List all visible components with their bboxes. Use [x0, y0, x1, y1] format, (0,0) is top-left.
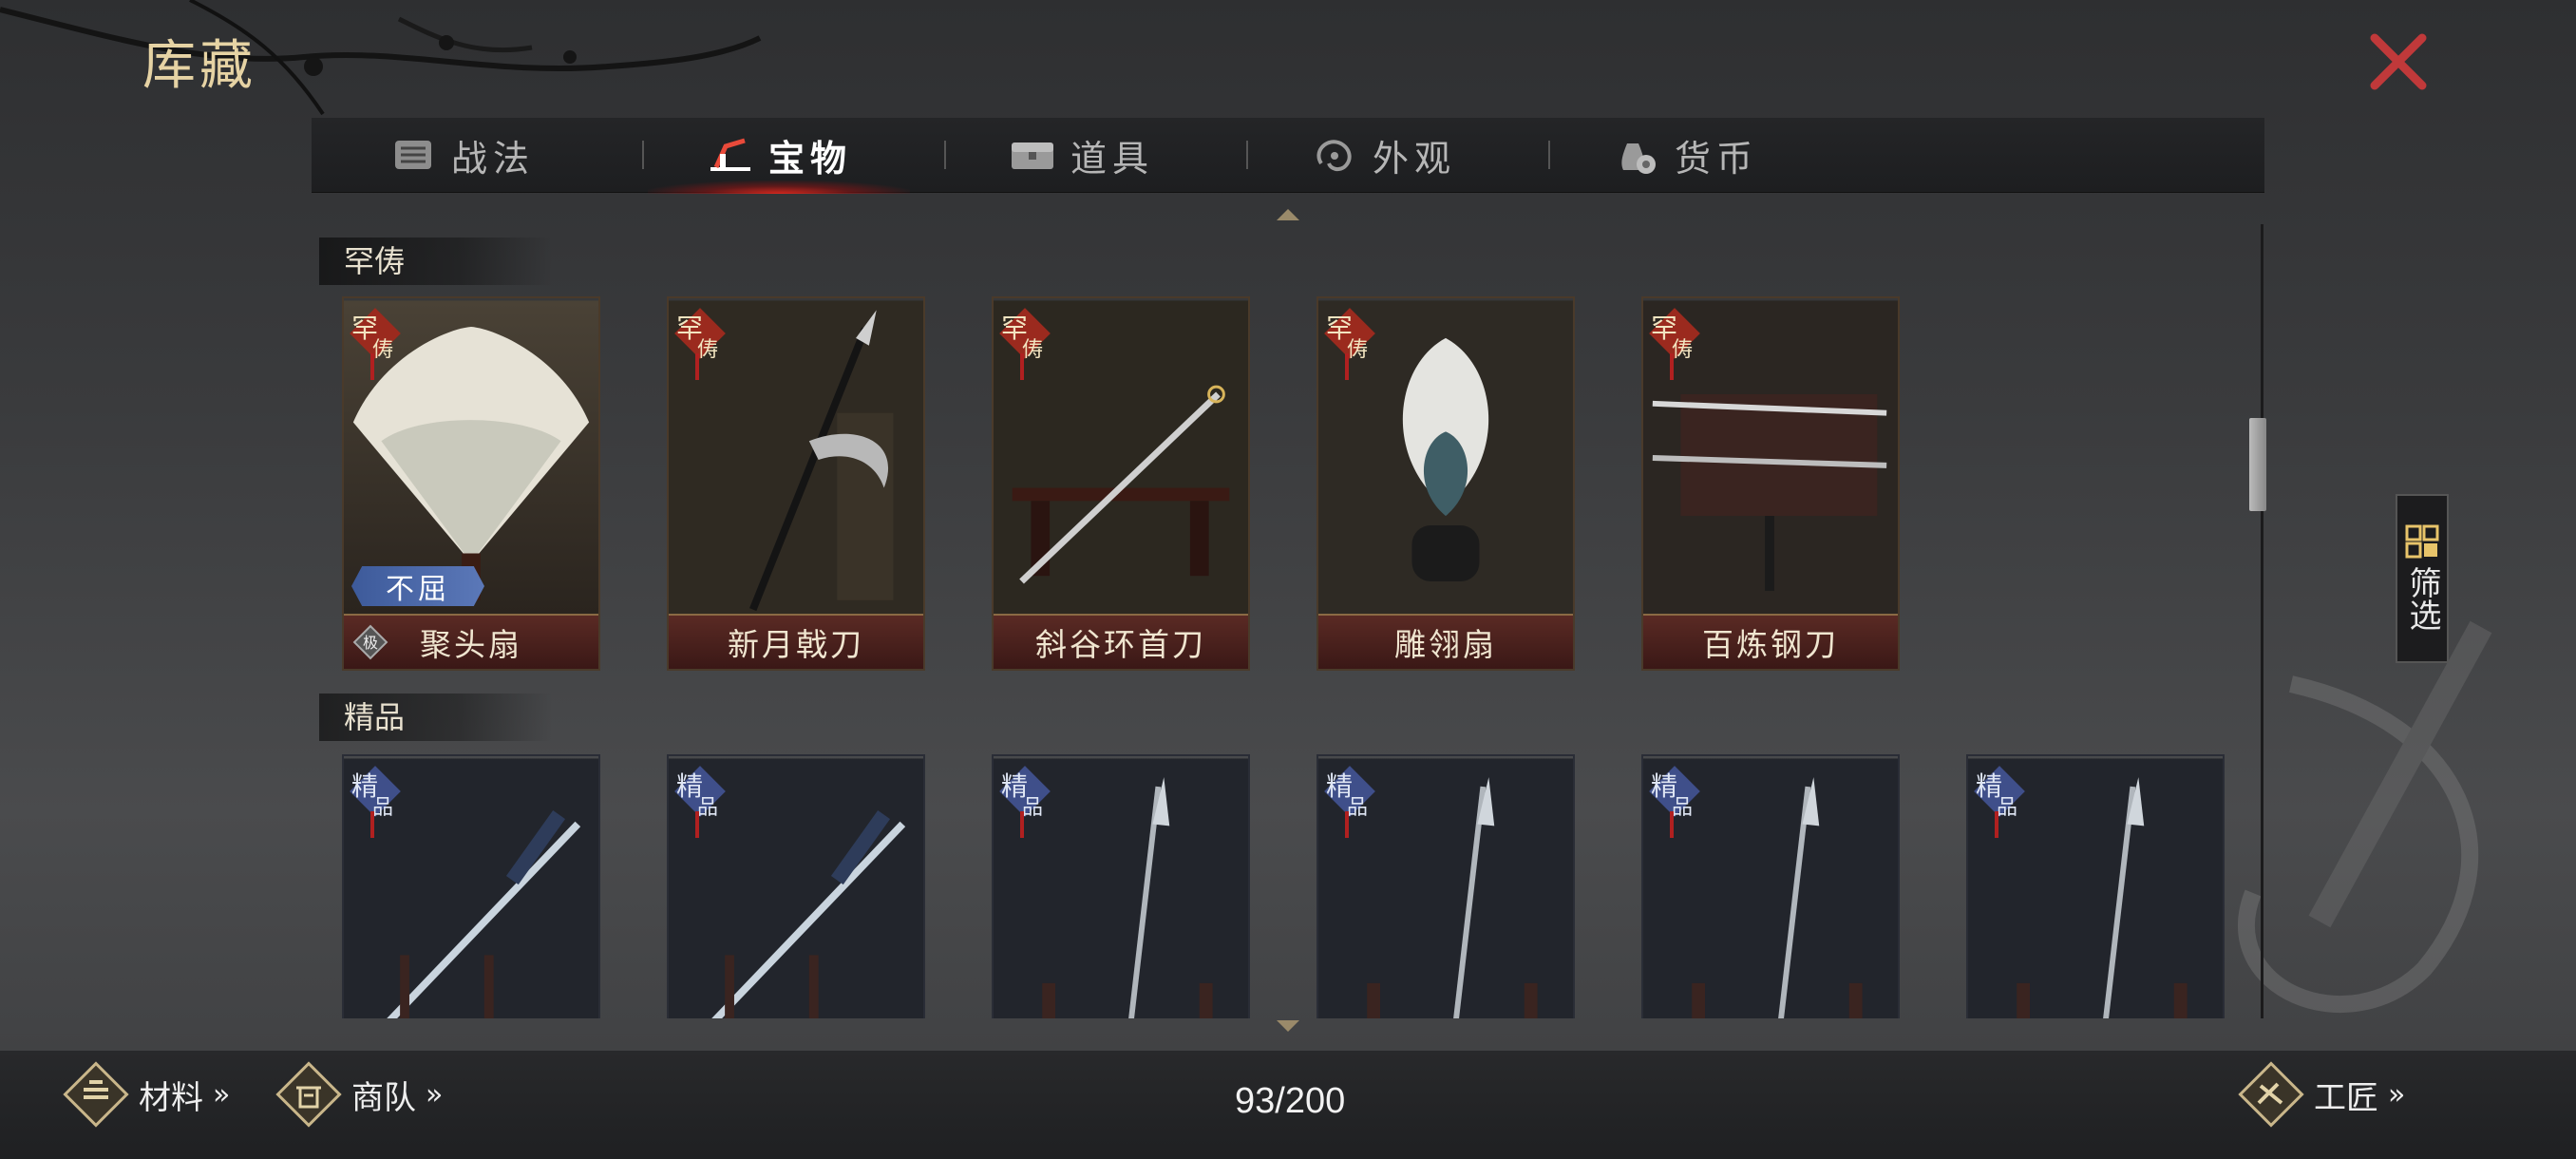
chest-icon	[1008, 134, 1057, 176]
grade-icon: 极	[352, 624, 388, 660]
close-icon[interactable]	[2365, 28, 2432, 95]
materials-button[interactable]: 材料 »	[63, 1056, 230, 1132]
item-name-bar: 雕翎扇	[1318, 614, 1573, 669]
scroll-icon	[388, 134, 438, 176]
tab-items[interactable]: 道具	[931, 118, 1231, 192]
tab-tactics[interactable]: 战法	[312, 118, 612, 192]
treasure-icon	[706, 134, 755, 176]
tab-label: 道具	[1070, 137, 1154, 180]
item-name: 百炼钢刀	[1702, 626, 1839, 663]
rarity-tag: 精 品	[672, 766, 726, 838]
section-label-rare: 罕俦	[319, 238, 553, 285]
caravan-icon	[275, 1061, 342, 1128]
tab-label: 战法	[450, 137, 535, 180]
rarity-tag: 精 品	[997, 766, 1051, 838]
scrollbar-track[interactable]	[2261, 224, 2263, 1018]
tab-label: 货币	[1674, 137, 1758, 180]
craftsman-button[interactable]: 工匠 »	[2238, 1056, 2405, 1132]
item-card[interactable]: 罕 俦 斜谷环首刀	[992, 296, 1250, 671]
item-name: 聚头扇	[420, 626, 522, 663]
tab-label: 宝物	[767, 136, 852, 180]
filter-button[interactable]: 筛选	[2396, 494, 2449, 663]
materials-label: 材料	[139, 1078, 203, 1117]
rarity-tag: 罕 俦	[348, 308, 401, 380]
filter-label: 筛选	[2403, 566, 2441, 631]
chevron-right-icon: »	[426, 1077, 444, 1112]
item-card[interactable]: 精 品	[342, 754, 600, 1018]
tab-appearance[interactable]: 外观	[1233, 118, 1533, 192]
tab-currency[interactable]: 货币	[1535, 118, 1835, 192]
money-bag-icon	[1612, 134, 1661, 176]
section-label-fine: 精品	[319, 694, 553, 741]
craftsman-icon	[2238, 1061, 2304, 1128]
rarity-tag: 精 品	[1322, 766, 1375, 838]
item-name: 新月戟刀	[728, 626, 864, 663]
item-name-bar: 新月戟刀	[669, 614, 923, 669]
status-badge: 不屈	[351, 566, 484, 606]
item-card[interactable]: 罕 俦 不屈 聚头扇 极	[342, 296, 600, 671]
chevron-right-icon: »	[213, 1077, 231, 1112]
appearance-icon	[1310, 134, 1359, 176]
page-title: 库藏	[142, 35, 256, 97]
item-card[interactable]: 罕 俦 百炼钢刀	[1641, 296, 1900, 671]
materials-icon	[63, 1061, 129, 1128]
item-name: 斜谷环首刀	[1035, 626, 1206, 663]
rarity-tag: 罕 俦	[997, 308, 1051, 380]
item-card[interactable]: 罕 俦 雕翎扇	[1316, 296, 1575, 671]
svg-text:极: 极	[363, 634, 378, 652]
scroll-up-icon[interactable]	[1277, 209, 1299, 220]
item-card[interactable]: 精 品	[667, 754, 925, 1018]
item-card[interactable]: 精 品	[1966, 754, 2225, 1018]
scroll-down-icon[interactable]	[1277, 1020, 1299, 1032]
scrollbar-thumb[interactable]	[2249, 418, 2266, 511]
item-name: 雕翎扇	[1394, 626, 1497, 663]
rarity-tag: 精 品	[348, 766, 401, 838]
caravan-label: 商队	[351, 1078, 416, 1117]
storage-count: 93/200	[1235, 1081, 1346, 1121]
craftsman-label: 工匠	[2314, 1078, 2378, 1117]
treasure-list: 罕俦 罕 俦 不屈 聚头扇 极 罕 俦 新月戟刀 罕 俦 斜谷环首刀 罕 俦 雕…	[312, 224, 2259, 1018]
chevron-right-icon: »	[2388, 1077, 2406, 1112]
item-card[interactable]: 精 品	[1641, 754, 1900, 1018]
item-name-bar: 百炼钢刀	[1643, 614, 1898, 669]
tab-treasure[interactable]: 宝物	[629, 118, 929, 194]
item-card[interactable]: 精 品	[1316, 754, 1575, 1018]
rarity-tag: 精 品	[1647, 766, 1700, 838]
rarity-tag: 罕 俦	[1647, 308, 1700, 380]
caravan-button[interactable]: 商队 »	[275, 1056, 443, 1132]
item-name-bar: 斜谷环首刀	[994, 614, 1248, 669]
item-card[interactable]: 精 品	[992, 754, 1250, 1018]
rarity-tag: 精 品	[1972, 766, 2025, 838]
item-card[interactable]: 罕 俦 新月戟刀	[667, 296, 925, 671]
grid-icon	[2405, 524, 2439, 559]
tab-bar: 战法 宝物 道具 外观 货币	[312, 118, 2264, 194]
rarity-tag: 罕 俦	[1322, 308, 1375, 380]
tab-label: 外观	[1372, 137, 1456, 180]
rarity-tag: 罕 俦	[672, 308, 726, 380]
